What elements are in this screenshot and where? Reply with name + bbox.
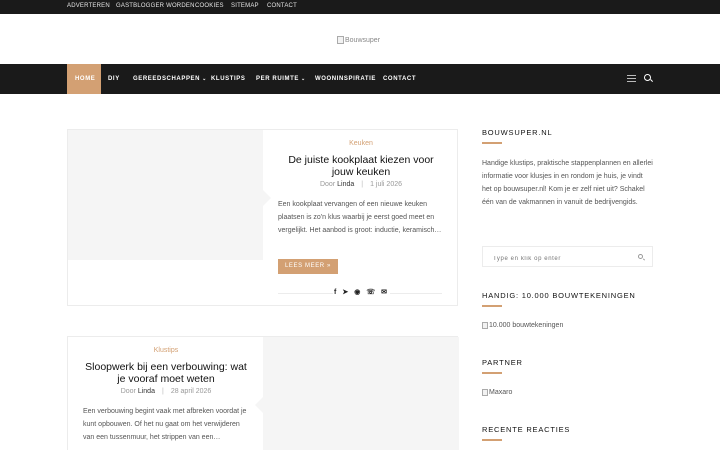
topbar-link-adverteren[interactable]: ADVERTEREN — [67, 3, 110, 9]
twitter-icon[interactable]: ➤ — [342, 289, 348, 296]
post-thumbnail[interactable] — [255, 337, 459, 450]
broken-image-icon — [482, 322, 488, 329]
share-divider — [390, 293, 442, 294]
nav-item-wooninspiratie[interactable]: WOONINSPIRATIE — [315, 64, 376, 94]
pinterest-icon[interactable]: ◉ — [354, 289, 360, 296]
nav-label: WOONINSPIRATIE — [315, 76, 376, 82]
topbar-link-contact[interactable]: CONTACT — [267, 3, 297, 9]
nav-label: HOME — [75, 76, 96, 82]
nav-item-home[interactable]: HOME — [67, 64, 101, 94]
broken-image-icon — [337, 36, 344, 44]
email-icon[interactable]: ✉ — [381, 289, 387, 296]
widget-title-underline — [482, 305, 502, 307]
nav-item-per-ruimte[interactable]: PER RUIMTE ⌄ — [256, 64, 306, 94]
post-author[interactable]: Linda — [138, 388, 155, 395]
post-category[interactable]: Klustips — [68, 347, 264, 354]
nav-label: DIY — [108, 76, 120, 82]
main-nav: HOME DIY GEREEDSCHAPPEN ⌄ KLUSTIPS PER RU… — [0, 64, 720, 94]
site-logo[interactable]: Bouwsuper — [337, 36, 380, 44]
post-category[interactable]: Keuken — [263, 140, 459, 147]
logo-alt-text: Bouwsuper — [345, 36, 381, 44]
nav-label: PER RUIMTE — [256, 76, 300, 82]
post-title[interactable]: Sloopwerk bij een verbouwing: wat je voo… — [82, 361, 250, 385]
nav-item-gereedschappen[interactable]: GEREEDSCHAPPEN ⌄ — [133, 64, 207, 94]
widget-title-underline — [482, 439, 502, 441]
banner-alt-text: 10.000 bouwtekeningen — [489, 322, 564, 329]
bouwtekeningen-banner[interactable]: 10.000 bouwtekeningen — [482, 322, 563, 329]
search-icon[interactable] — [638, 254, 643, 259]
whatsapp-icon[interactable]: ☏ — [366, 289, 375, 296]
share-icons: f ➤ ◉ ☏ ✉ — [334, 289, 387, 296]
topbar-link-cookies[interactable]: COOKIES — [195, 3, 224, 9]
post-meta: Door Linda | 1 juli 2026 — [319, 181, 403, 188]
post-meta: Door Linda | 28 april 2026 — [120, 388, 212, 395]
search-input[interactable] — [483, 249, 623, 269]
widget-title-partner: PARTNER — [482, 358, 523, 367]
banner-alt-text: Maxaro — [489, 389, 513, 396]
facebook-icon[interactable]: f — [334, 289, 336, 296]
post-excerpt: Een verbouwing begint vaak met afbreken … — [83, 408, 247, 441]
post-author[interactable]: Linda — [337, 181, 354, 188]
widget-title-recent: RECENTE REACTIES — [482, 425, 571, 434]
post-date: 28 april 2026 — [170, 388, 212, 395]
read-more-button[interactable]: LEES MEER » — [278, 259, 338, 274]
widget-title-about: BOUWSUPER.NL — [482, 128, 553, 137]
partner-banner[interactable]: Maxaro — [482, 389, 512, 396]
nav-label: KLUSTIPS — [211, 76, 246, 82]
chevron-down-icon: ⌄ — [202, 76, 207, 82]
chevron-down-icon: ⌄ — [301, 76, 306, 82]
share-divider — [278, 293, 333, 294]
nav-item-contact[interactable]: CONTACT — [383, 64, 416, 94]
about-text: Handige klustips, praktische stappenplan… — [482, 160, 653, 206]
search-icon[interactable] — [644, 74, 651, 81]
nav-item-klustips[interactable]: KLUSTIPS — [211, 64, 245, 94]
post-card: Keuken De juiste kookplaat kiezen voor j… — [67, 129, 458, 306]
nav-item-diy[interactable]: DIY — [108, 64, 120, 94]
topbar-link-sitemap[interactable]: SITEMAP — [231, 3, 259, 9]
sidebar-search — [482, 246, 653, 269]
post-thumbnail[interactable] — [68, 130, 271, 260]
widget-title-underline — [482, 142, 502, 144]
top-bar: ADVERTEREN GASTBLOGGER WORDEN COOKIES SI… — [0, 0, 720, 14]
meta-by: Door — [319, 181, 336, 188]
nav-label: GEREEDSCHAPPEN — [133, 76, 201, 82]
topbar-link-gastblogger[interactable]: GASTBLOGGER WORDEN — [116, 3, 195, 9]
post-excerpt: Een kookplaat vervangen of een nieuwe ke… — [278, 201, 442, 234]
post-date: 1 juli 2026 — [370, 181, 403, 188]
widget-title-underline — [482, 372, 502, 374]
post-title[interactable]: De juiste kookplaat kiezen voor jouw keu… — [279, 154, 443, 178]
widget-title-bouwtekeningen: HANDIG: 10.000 BOUWTEKENINGEN — [482, 291, 636, 300]
meta-by: Door — [120, 388, 136, 395]
nav-label: CONTACT — [383, 76, 417, 82]
post-card: Klustips Sloopwerk bij een verbouwing: w… — [67, 336, 459, 450]
broken-image-icon — [482, 389, 488, 396]
hamburger-menu-icon[interactable] — [627, 75, 636, 83]
